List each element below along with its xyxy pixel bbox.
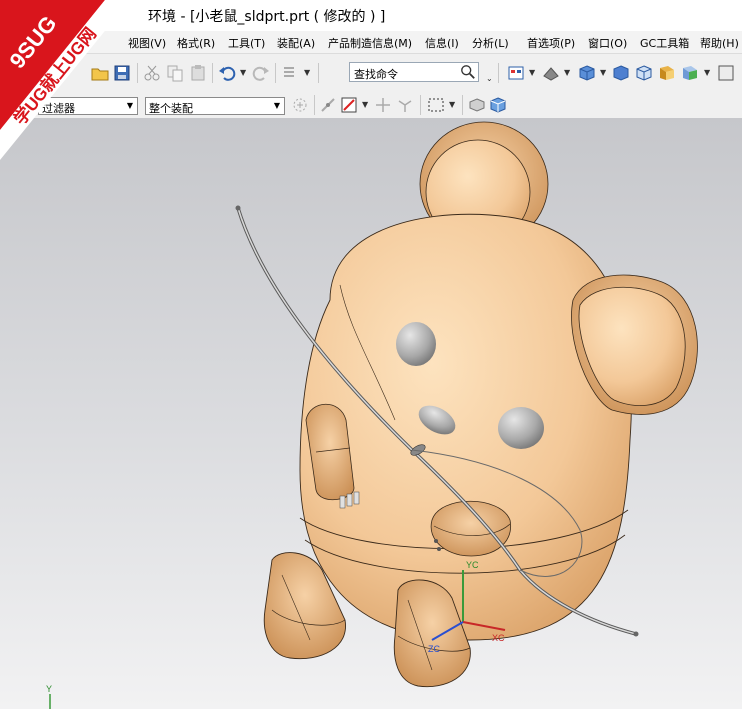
cube-view-icon[interactable] xyxy=(578,64,596,82)
toolbar-separator xyxy=(275,63,276,83)
paste-icon[interactable] xyxy=(189,64,207,82)
tail-end xyxy=(633,631,639,637)
undo-icon[interactable] xyxy=(218,64,236,82)
chevron-down-icon[interactable]: ▼ xyxy=(704,68,710,77)
redo-icon[interactable] xyxy=(252,64,270,82)
cube-view-icon[interactable] xyxy=(658,64,676,82)
menu-info[interactable]: 信息(I) xyxy=(425,35,459,51)
chevron-down-icon[interactable]: ▼ xyxy=(449,100,455,109)
cube-view-icon[interactable] xyxy=(681,64,699,82)
mouse-model[interactable]: YC XC ZC Y xyxy=(0,118,742,709)
chevron-down-icon[interactable]: ▼ xyxy=(240,68,246,77)
menu-analysis[interactable]: 分析(L) xyxy=(472,35,509,51)
chevron-down-icon[interactable]: ▼ xyxy=(362,100,368,109)
toolbar-overflow-icon[interactable]: ⌄ xyxy=(486,74,493,83)
snap-point-icon[interactable] xyxy=(396,96,414,114)
right-eye xyxy=(498,407,544,449)
tail-end xyxy=(235,205,241,211)
left-eye xyxy=(396,322,436,366)
world-triad: Y xyxy=(46,684,52,709)
snap-point-icon[interactable] xyxy=(374,96,392,114)
world-y-label: Y xyxy=(46,684,52,694)
body xyxy=(299,213,632,641)
snap-point-icon[interactable] xyxy=(319,96,337,114)
chevron-down-icon[interactable]: ▼ xyxy=(529,68,535,77)
graphics-viewport[interactable]: YC XC ZC Y xyxy=(0,118,742,709)
menu-format[interactable]: 格式(R) xyxy=(177,35,215,51)
select-filter-icon[interactable] xyxy=(291,96,309,114)
view-orient-icon[interactable] xyxy=(507,64,525,82)
window-title: 环境 - [小老鼠_sldprt.prt ( 修改的 ) ] xyxy=(148,9,386,25)
yc-label: YC xyxy=(466,560,479,570)
watermark-banner: 9SUG 学UG就上UG网 xyxy=(0,0,130,160)
menu-gc-toolbox[interactable]: GC工具箱 xyxy=(640,35,689,51)
menu-assembly[interactable]: 装配(A) xyxy=(277,35,315,51)
menu-help[interactable]: 帮助(H) xyxy=(700,35,739,51)
render-style-icon[interactable] xyxy=(542,64,560,82)
menu-tools[interactable]: 工具(T) xyxy=(228,35,265,51)
toolbar-separator xyxy=(318,63,319,83)
chevron-down-icon[interactable]: ▼ xyxy=(564,68,570,77)
toolbar-separator xyxy=(212,63,213,83)
box-select-icon[interactable] xyxy=(427,96,445,114)
cube-view-icon[interactable] xyxy=(612,64,630,82)
menu-pmi[interactable]: 产品制造信息(M) xyxy=(328,35,412,51)
command-finder-input[interactable]: 查找命令 xyxy=(349,62,479,82)
cube-view-icon[interactable] xyxy=(468,96,486,114)
cube-view-icon[interactable] xyxy=(635,64,653,82)
toolbar-separator xyxy=(420,95,421,115)
toolbar-separator xyxy=(462,95,463,115)
repeat-command-icon[interactable] xyxy=(281,64,299,82)
xc-label: XC xyxy=(492,633,505,643)
chevron-down-icon[interactable]: ▼ xyxy=(600,68,606,77)
snap-point-icon[interactable] xyxy=(340,96,358,114)
color-swatch-icon[interactable] xyxy=(717,64,735,82)
toolbar-separator xyxy=(314,95,315,115)
search-icon[interactable] xyxy=(460,64,476,80)
menu-window[interactable]: 窗口(O) xyxy=(588,35,627,51)
chevron-down-icon[interactable]: ▼ xyxy=(304,68,310,77)
chevron-down-icon: ▼ xyxy=(273,101,280,110)
toolbar-separator xyxy=(498,63,499,83)
menu-preferences[interactable]: 首选项(P) xyxy=(527,35,575,51)
command-finder-text: 查找命令 xyxy=(354,68,398,81)
zc-label: ZC xyxy=(428,644,440,654)
cube-view-icon[interactable] xyxy=(489,96,507,114)
